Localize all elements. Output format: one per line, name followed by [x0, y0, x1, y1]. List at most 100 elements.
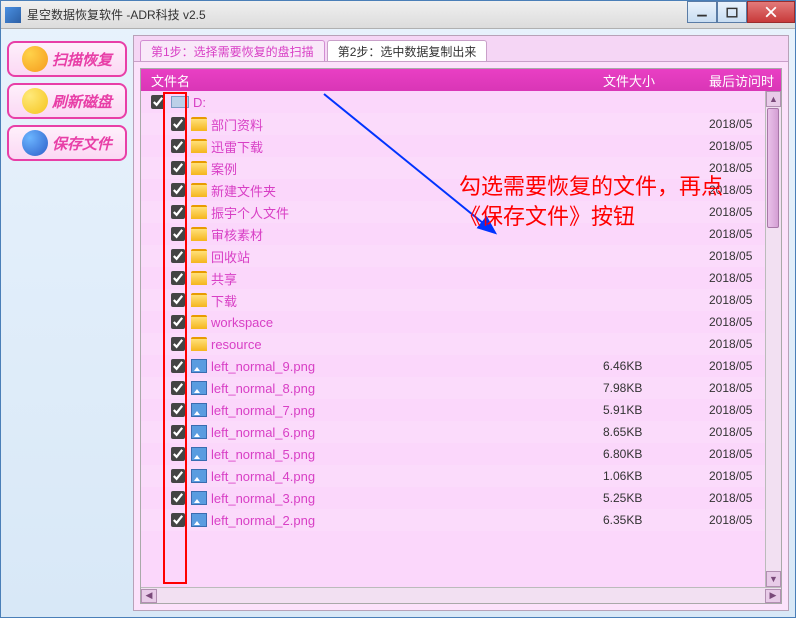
file-row[interactable]: workspace2018/05 — [141, 311, 781, 333]
magnifier-icon — [22, 46, 48, 72]
file-checkbox[interactable] — [171, 271, 185, 285]
file-checkbox[interactable] — [171, 337, 185, 351]
folder-icon — [191, 271, 207, 285]
maximize-button[interactable] — [717, 1, 747, 23]
file-row[interactable]: left_normal_6.png8.65KB2018/05 — [141, 421, 781, 443]
file-name: left_normal_4.png — [211, 469, 603, 484]
col-lastaccess[interactable]: 最后访问时 — [709, 71, 781, 90]
folder-icon — [191, 227, 207, 241]
image-file-icon — [191, 425, 207, 439]
file-checkbox[interactable] — [171, 249, 185, 263]
file-size: 5.25KB — [603, 491, 709, 505]
scroll-right-arrow[interactable]: ▶ — [765, 589, 781, 603]
refresh-label: 刷新磁盘 — [52, 91, 112, 112]
folder-icon — [191, 293, 207, 307]
file-row[interactable]: 共享2018/05 — [141, 267, 781, 289]
minimize-button[interactable] — [687, 1, 717, 23]
drive-root-row[interactable]: D: — [141, 91, 781, 113]
file-name: left_normal_6.png — [211, 425, 603, 440]
file-row[interactable]: left_normal_9.png6.46KB2018/05 — [141, 355, 781, 377]
folder-icon — [191, 337, 207, 351]
file-row[interactable]: left_normal_7.png5.91KB2018/05 — [141, 399, 781, 421]
file-checkbox[interactable] — [171, 117, 185, 131]
file-name: workspace — [211, 315, 603, 330]
file-checkbox[interactable] — [171, 513, 185, 527]
file-name: 回收站 — [211, 247, 603, 266]
content-area: 扫描恢复 刷新磁盘 保存文件 第1步：选择需要恢复的盘扫描 第2步：选中数据复制… — [1, 29, 795, 617]
file-checkbox[interactable] — [171, 447, 185, 461]
file-row[interactable]: 振宇个人文件2018/05 — [141, 201, 781, 223]
image-file-icon — [191, 491, 207, 505]
file-name: 迅雷下载 — [211, 137, 603, 156]
file-row[interactable]: left_normal_5.png6.80KB2018/05 — [141, 443, 781, 465]
scroll-thumb[interactable] — [767, 108, 779, 228]
root-label: D: — [193, 95, 603, 110]
file-checkbox[interactable] — [171, 183, 185, 197]
file-row[interactable]: 迅雷下载2018/05 — [141, 135, 781, 157]
file-row[interactable]: 案例2018/05 — [141, 157, 781, 179]
file-row[interactable]: 下载2018/05 — [141, 289, 781, 311]
file-checkbox[interactable] — [171, 205, 185, 219]
file-checkbox[interactable] — [171, 161, 185, 175]
tab-step2[interactable]: 第2步：选中数据复制出来 — [327, 40, 488, 61]
file-size: 6.35KB — [603, 513, 709, 527]
file-checkbox[interactable] — [171, 315, 185, 329]
file-checkbox[interactable] — [171, 491, 185, 505]
image-file-icon — [191, 381, 207, 395]
file-row[interactable]: 回收站2018/05 — [141, 245, 781, 267]
file-row[interactable]: 审核素材2018/05 — [141, 223, 781, 245]
file-checkbox[interactable] — [171, 227, 185, 241]
file-row[interactable]: resource2018/05 — [141, 333, 781, 355]
vertical-scrollbar[interactable]: ▲ ▼ — [765, 91, 781, 587]
file-rows: D: 部门资料2018/05迅雷下载2018/05案例2018/05新建文件夹2… — [141, 91, 781, 587]
file-checkbox[interactable] — [171, 293, 185, 307]
file-name: left_normal_2.png — [211, 513, 603, 528]
file-checkbox[interactable] — [171, 403, 185, 417]
image-file-icon — [191, 359, 207, 373]
scroll-left-arrow[interactable]: ◀ — [141, 589, 157, 603]
tab-step1[interactable]: 第1步：选择需要恢复的盘扫描 — [140, 40, 325, 61]
file-size: 5.91KB — [603, 403, 709, 417]
folder-icon — [191, 161, 207, 175]
file-row[interactable]: 部门资料2018/05 — [141, 113, 781, 135]
scroll-up-arrow[interactable]: ▲ — [766, 91, 781, 107]
file-name: 下载 — [211, 291, 603, 310]
save-icon — [22, 130, 48, 156]
close-button[interactable] — [747, 1, 795, 23]
file-checkbox[interactable] — [171, 381, 185, 395]
folder-icon — [191, 249, 207, 263]
file-checkbox[interactable] — [171, 469, 185, 483]
file-name: 振宇个人文件 — [211, 203, 603, 222]
save-label: 保存文件 — [52, 133, 112, 154]
file-row[interactable]: left_normal_3.png5.25KB2018/05 — [141, 487, 781, 509]
file-list-panel: 文件名 文件大小 最后访问时 D: 部门资料2018/05迅雷下载2018/05… — [140, 68, 782, 604]
root-checkbox[interactable] — [151, 95, 165, 109]
file-name: left_normal_3.png — [211, 491, 603, 506]
image-file-icon — [191, 469, 207, 483]
folder-icon — [191, 139, 207, 153]
file-name: 新建文件夹 — [211, 181, 603, 200]
file-row[interactable]: left_normal_2.png6.35KB2018/05 — [141, 509, 781, 531]
scan-recover-button[interactable]: 扫描恢复 — [7, 41, 127, 77]
file-name: left_normal_8.png — [211, 381, 603, 396]
refresh-icon — [22, 88, 48, 114]
file-checkbox[interactable] — [171, 359, 185, 373]
file-row[interactable]: 新建文件夹2018/05 — [141, 179, 781, 201]
app-window: 星空数据恢复软件 -ADR科技 v2.5 扫描恢复 刷新磁盘 保存文件 — [0, 0, 796, 618]
app-icon — [5, 7, 21, 23]
scroll-down-arrow[interactable]: ▼ — [766, 571, 781, 587]
folder-icon — [191, 315, 207, 329]
file-row[interactable]: left_normal_4.png1.06KB2018/05 — [141, 465, 781, 487]
file-checkbox[interactable] — [171, 139, 185, 153]
file-size: 6.46KB — [603, 359, 709, 373]
scan-label: 扫描恢复 — [52, 49, 112, 70]
col-filesize[interactable]: 文件大小 — [603, 71, 709, 90]
file-checkbox[interactable] — [171, 425, 185, 439]
refresh-disk-button[interactable]: 刷新磁盘 — [7, 83, 127, 119]
col-filename[interactable]: 文件名 — [141, 71, 603, 90]
save-file-button[interactable]: 保存文件 — [7, 125, 127, 161]
file-size: 7.98KB — [603, 381, 709, 395]
horizontal-scrollbar[interactable]: ◀ ▶ — [141, 587, 781, 603]
file-row[interactable]: left_normal_8.png7.98KB2018/05 — [141, 377, 781, 399]
window-title: 星空数据恢复软件 -ADR科技 v2.5 — [27, 6, 791, 23]
